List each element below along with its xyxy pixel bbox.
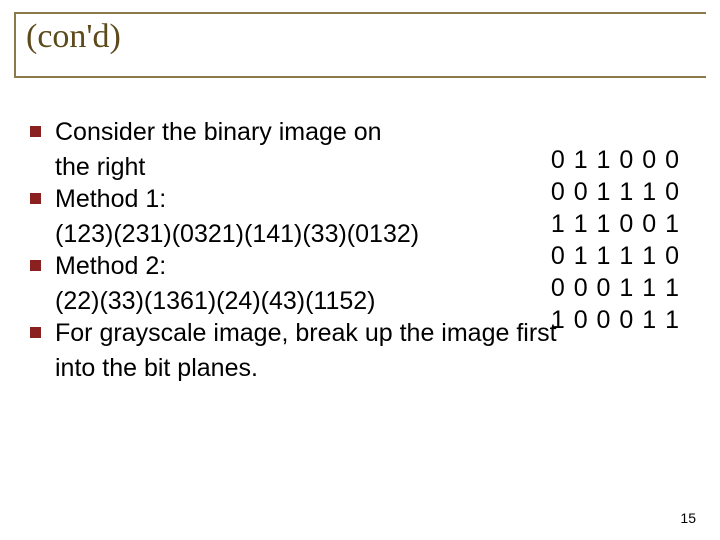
bullet-continuation: into the bit planes. [55,352,690,385]
slide: (con'd) Consider the binary image on the… [0,0,720,540]
matrix-row: 1 0 0 0 1 1 [551,306,680,334]
matrix-row: 0 0 0 1 1 1 [551,274,680,302]
bullet-text: Method 2: [55,250,166,283]
matrix-row: 0 1 1 0 0 0 [551,146,680,174]
page-number: 15 [680,510,696,526]
bullet-text: Consider the binary image on [55,116,382,149]
matrix-row: 0 1 1 1 1 0 [551,242,680,270]
bullet-text: For grayscale image, break up the image … [55,317,557,350]
bullet-icon [30,193,41,204]
title-container: (con'd) [14,12,706,78]
matrix-row: 1 1 1 0 0 1 [551,210,680,238]
bullet-icon [30,327,41,338]
slide-title: (con'd) [26,18,121,55]
bullet-text: Method 1: [55,183,166,216]
bullet-icon [30,126,41,137]
matrix-row: 0 0 1 1 1 0 [551,178,680,206]
binary-matrix: 0 1 1 0 0 0 0 0 1 1 1 0 1 1 1 0 0 1 0 1 … [551,144,680,336]
bullet-icon [30,260,41,271]
